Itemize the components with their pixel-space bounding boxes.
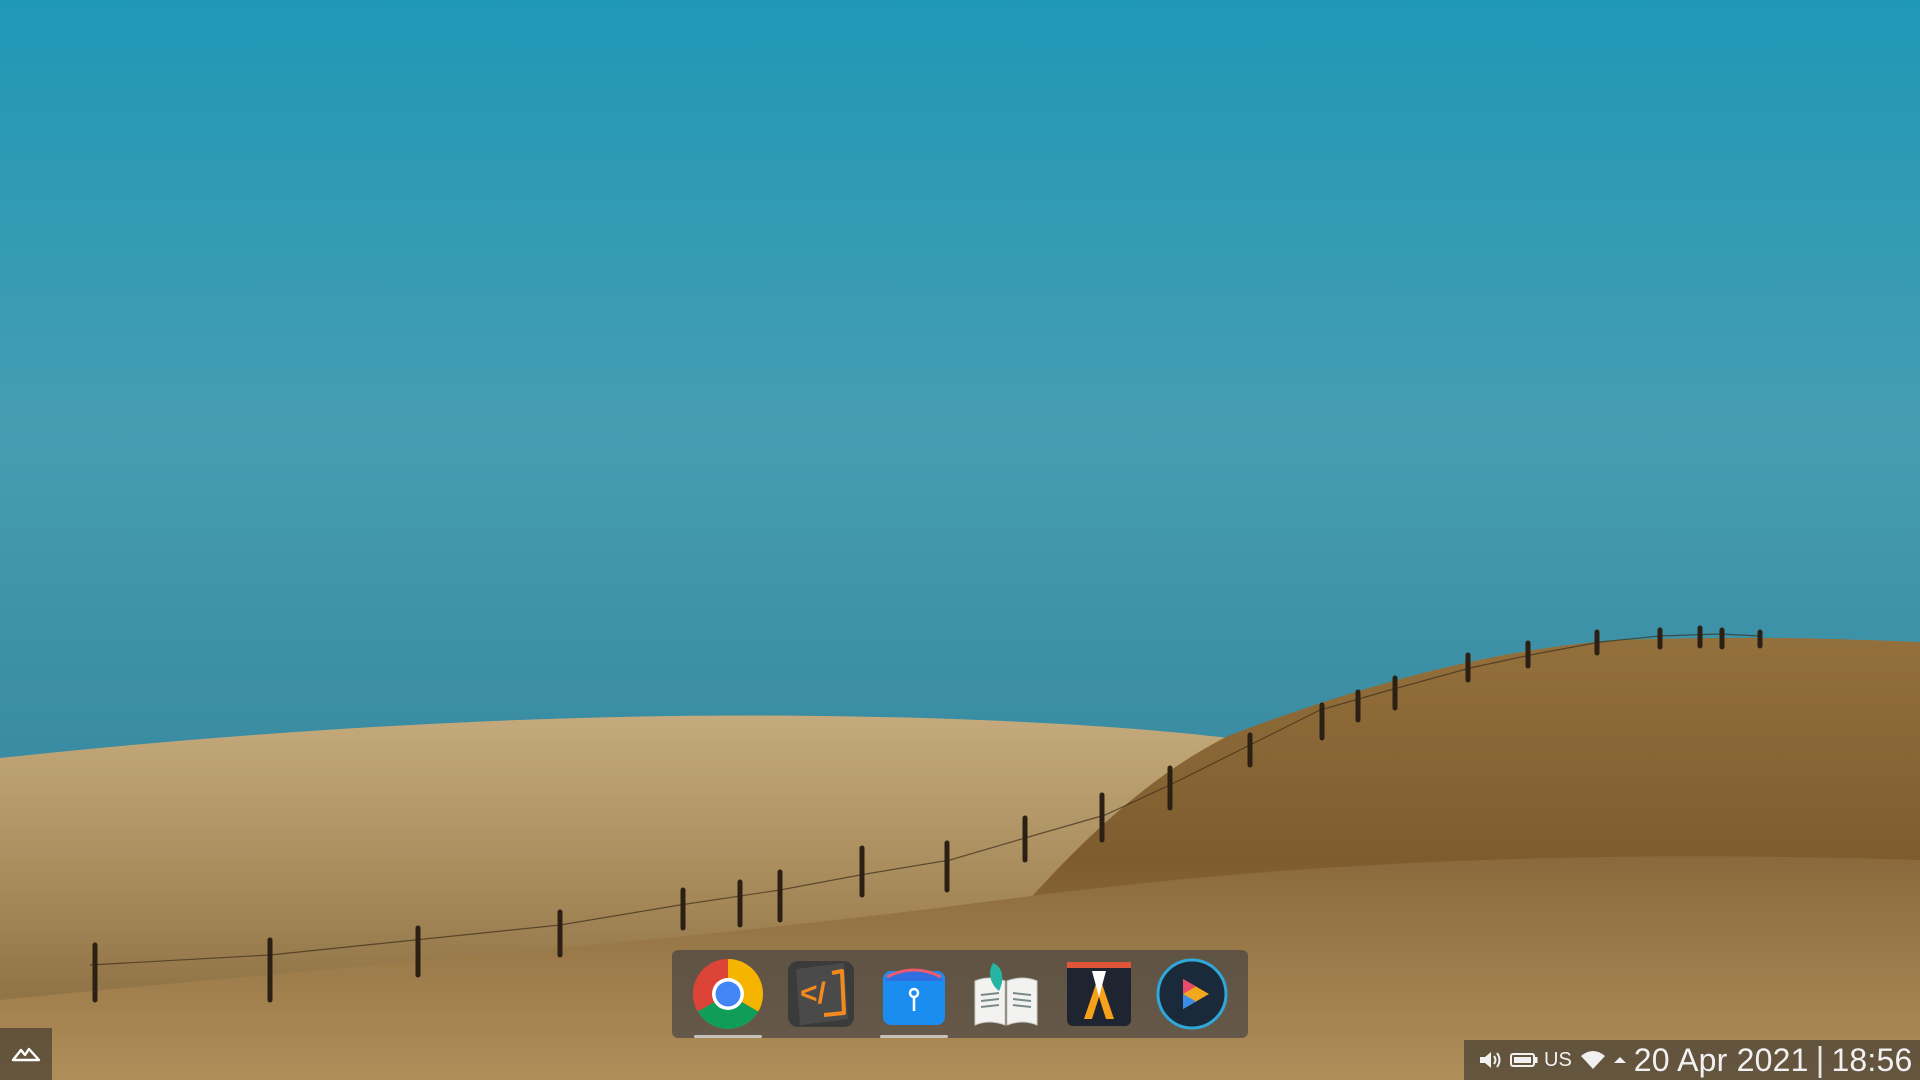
dock: </ — [672, 950, 1248, 1038]
tray-expand-arrow-icon[interactable] — [1612, 1054, 1628, 1066]
app-launcher-button[interactable] — [0, 1028, 52, 1080]
dock-item-vector-editor[interactable] — [1059, 954, 1139, 1034]
clock-separator: | — [1815, 1040, 1825, 1079]
running-indicator — [694, 1035, 763, 1038]
battery-icon[interactable] — [1510, 1052, 1538, 1068]
vector-editor-icon — [1066, 962, 1131, 1026]
book-reader-icon — [974, 963, 1038, 1026]
package-icon — [882, 968, 945, 1025]
keyboard-layout-indicator[interactable]: US — [1544, 1049, 1572, 1072]
volume-icon[interactable] — [1478, 1049, 1504, 1071]
running-indicator — [879, 1035, 948, 1038]
dock-item-code-editor[interactable]: </ — [781, 954, 861, 1034]
svg-text:</: </ — [800, 977, 827, 1010]
code-editor-icon: </ — [787, 961, 854, 1027]
media-player-icon — [1156, 958, 1228, 1030]
clock-date[interactable]: 20 Apr 2021 — [1634, 1042, 1809, 1079]
desktop-wallpaper — [0, 0, 1920, 1080]
dock-item-media-player[interactable] — [1152, 954, 1232, 1034]
wifi-icon[interactable] — [1580, 1049, 1606, 1071]
dock-item-chrome[interactable] — [688, 954, 768, 1038]
dock-item-reader[interactable] — [966, 954, 1046, 1034]
system-tray: US 20 Apr 2021 | 18:56 — [1464, 1040, 1920, 1080]
clock-time[interactable]: 18:56 — [1831, 1042, 1912, 1079]
dock-item-package[interactable] — [874, 954, 954, 1038]
mountain-icon — [11, 1047, 41, 1062]
chrome-icon — [693, 959, 764, 1029]
